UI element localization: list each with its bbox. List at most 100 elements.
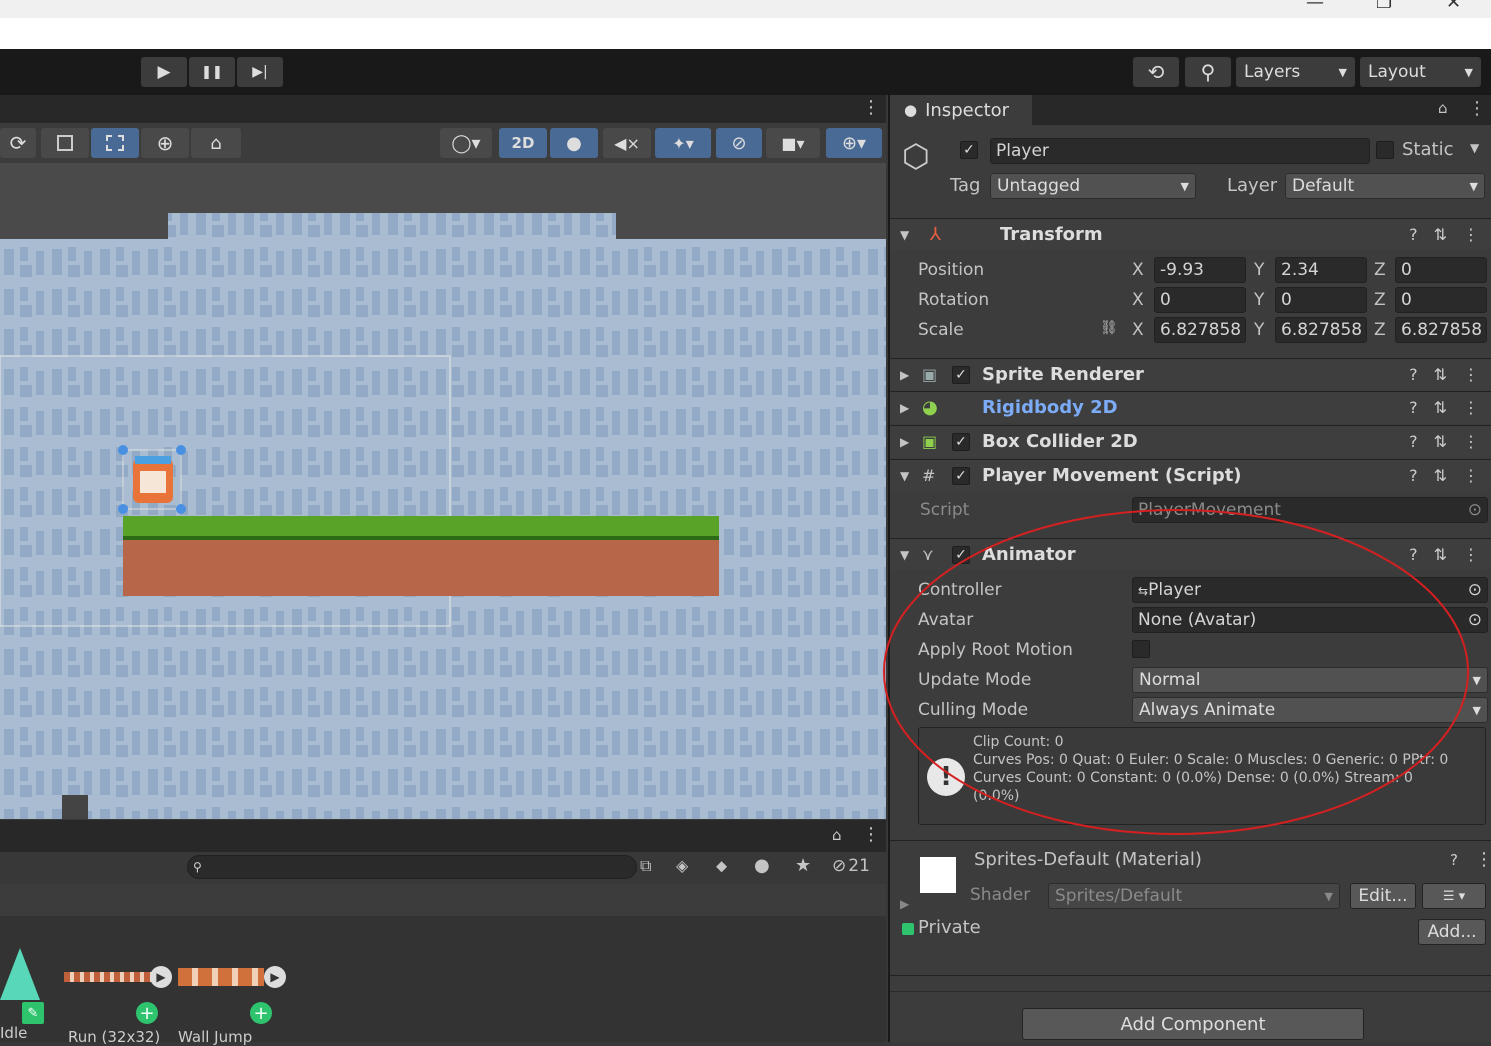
shader-dropdown[interactable]: Sprites/Default ▼ (1048, 883, 1340, 909)
update-mode-dropdown[interactable]: Normal ▼ (1132, 667, 1488, 693)
shader-options-dropdown[interactable]: ☰ ▾ (1422, 883, 1486, 909)
add-material-button[interactable]: Add... (1418, 919, 1486, 945)
kebab-menu-icon[interactable]: ⋮ (1463, 545, 1479, 564)
undo-history-button[interactable]: ⟲ (1133, 57, 1179, 87)
controller-field[interactable]: ⇆Player ⊙ (1132, 577, 1488, 603)
presets-icon[interactable]: ⇅ (1434, 398, 1447, 417)
help-icon[interactable]: ? (1409, 398, 1418, 417)
scale-z-field[interactable]: 6.827858 (1395, 317, 1487, 343)
box-collider-header[interactable]: ▶ ▣ ✓ Box Collider 2D ? ⇅ ⋮ (890, 425, 1491, 457)
state-label-walljump[interactable]: Wall Jump (178, 1028, 252, 1046)
search-button[interactable]: ⚲ (1185, 57, 1231, 87)
help-icon[interactable]: ? (1409, 365, 1418, 384)
tag-dropdown[interactable]: Untagged ▼ (990, 173, 1196, 199)
foldout-collapsed-icon[interactable]: ▶ (900, 897, 909, 911)
add-icon[interactable]: + (136, 1002, 158, 1024)
kebab-menu-icon[interactable]: ⋮ (862, 97, 880, 118)
kebab-menu-icon[interactable]: ⋮ (862, 824, 880, 845)
idle-state-icon[interactable] (0, 948, 40, 1000)
box-collider-enabled-checkbox[interactable]: ✓ (952, 432, 970, 451)
player-movement-header[interactable]: ▼ # ✓ Player Movement (Script) ? ⇅ ⋮ (890, 459, 1491, 491)
state-label-run[interactable]: Run (32x32) (68, 1028, 160, 1046)
layer-dropdown[interactable]: Default ▼ (1285, 173, 1485, 199)
apply-root-motion-checkbox[interactable] (1132, 640, 1150, 658)
step-button[interactable]: ▶| (237, 57, 283, 87)
scale-tool-button[interactable] (41, 128, 89, 158)
rotation-x-field[interactable]: 0 (1154, 287, 1246, 313)
chevron-down-icon[interactable]: ▼ (1470, 141, 1479, 155)
kebab-menu-icon[interactable]: ⋮ (1463, 225, 1479, 244)
static-checkbox[interactable] (1376, 141, 1394, 159)
play-button[interactable]: ▶ (141, 57, 187, 87)
play-preview-icon[interactable]: ▶ (150, 966, 172, 988)
2d-toggle[interactable]: 2D (499, 128, 547, 158)
scale-y-field[interactable]: 6.827858 (1275, 317, 1367, 343)
sprite-renderer-enabled-checkbox[interactable]: ✓ (952, 365, 970, 384)
kebab-menu-icon[interactable]: ⋮ (1463, 398, 1479, 417)
help-icon[interactable]: ? (1450, 851, 1458, 869)
warning-icon[interactable]: ● (754, 855, 770, 876)
rigidbody2d-header[interactable]: ▶ ◕ Rigidbody 2D ? ⇅ ⋮ (890, 391, 1491, 423)
animator-header[interactable]: ▼ ⋎ ✓ Animator ? ⇅ ⋮ (890, 538, 1491, 570)
maximize-button[interactable]: ❐ (1376, 0, 1392, 13)
transform-tool-button[interactable]: ⊕ (141, 128, 189, 158)
object-picker-icon[interactable]: ⊙ (1468, 610, 1482, 630)
camera-dropdown[interactable]: ■▾ (766, 128, 820, 158)
position-y-field[interactable]: 2.34 (1275, 257, 1367, 283)
object-name-field[interactable]: Player (990, 138, 1370, 164)
close-button[interactable]: ✕ (1446, 0, 1461, 13)
position-x-field[interactable]: -9.93 (1154, 257, 1246, 283)
rotation-y-field[interactable]: 0 (1275, 287, 1367, 313)
kebab-menu-icon[interactable]: ⋮ (1463, 432, 1479, 451)
presets-icon[interactable]: ⇅ (1434, 466, 1447, 485)
scene-view[interactable] (0, 163, 886, 819)
animator-enabled-checkbox[interactable]: ✓ (952, 545, 970, 564)
kebab-menu-icon[interactable]: ⋮ (1475, 849, 1491, 870)
hidden-packages-toggle[interactable]: ⊘ 21 (832, 856, 870, 876)
rotation-z-field[interactable]: 0 (1395, 287, 1487, 313)
player-movement-enabled-checkbox[interactable]: ✓ (952, 466, 970, 485)
sprite-renderer-header[interactable]: ▶ ▣ ✓ Sprite Renderer ? ⇅ ⋮ (890, 358, 1491, 390)
presets-icon[interactable]: ⇅ (1434, 365, 1447, 384)
effects-dropdown[interactable]: ✦▾ (655, 128, 711, 158)
scene-visibility-toggle[interactable]: ⊘ (716, 128, 762, 158)
object-picker-icon[interactable]: ⊙ (1468, 580, 1482, 600)
state-label-idle[interactable]: Idle (0, 1024, 38, 1042)
tab-inspector[interactable]: ● Inspector (890, 95, 1032, 125)
filter-type-icon[interactable]: ◈ (676, 856, 688, 875)
help-icon[interactable]: ? (1409, 225, 1418, 244)
add-component-button[interactable]: Add Component (1022, 1008, 1364, 1040)
kebab-menu-icon[interactable]: ⋮ (1463, 466, 1479, 485)
pause-button[interactable]: ❚❚ (189, 57, 235, 87)
presets-icon[interactable]: ⇅ (1434, 225, 1447, 244)
gizmos-dropdown[interactable]: ⊕▾ (826, 128, 882, 158)
minimize-button[interactable]: — (1306, 0, 1324, 13)
position-z-field[interactable]: 0 (1395, 257, 1487, 283)
layers-dropdown[interactable]: Layers ▼ (1236, 57, 1355, 87)
rotate-tool-button[interactable]: ⟳ (0, 128, 36, 158)
edit-icon[interactable]: ✎ (22, 1002, 44, 1024)
help-icon[interactable]: ? (1409, 432, 1418, 451)
draw-mode-dropdown[interactable]: ◯▾ (440, 128, 492, 158)
lighting-toggle[interactable]: ● (550, 128, 598, 158)
favorite-star-icon[interactable]: ★ (795, 855, 811, 876)
presets-icon[interactable]: ⇅ (1434, 432, 1447, 451)
kebab-menu-icon[interactable]: ⋮ (1468, 98, 1486, 119)
help-icon[interactable]: ? (1409, 545, 1418, 564)
help-icon[interactable]: ? (1409, 466, 1418, 485)
constrain-proportions-icon[interactable]: ⛓ (1100, 320, 1118, 336)
layout-dropdown[interactable]: Layout ▼ (1360, 57, 1481, 87)
lock-icon[interactable]: ⌂ (1438, 99, 1448, 117)
avatar-field[interactable]: None (Avatar) ⊙ (1132, 607, 1488, 633)
presets-icon[interactable]: ⇅ (1434, 545, 1447, 564)
rect-tool-button[interactable] (91, 128, 139, 158)
scale-x-field[interactable]: 6.827858 (1154, 317, 1246, 343)
active-checkbox[interactable]: ✓ (960, 141, 978, 159)
gameobject-cube-icon[interactable]: ⬡ (902, 137, 930, 175)
project-search-input[interactable]: ⚲ (187, 855, 637, 879)
search-mode-icon[interactable]: ⧉ (640, 856, 651, 876)
lock-icon[interactable]: ⌂ (832, 826, 842, 844)
play-preview-icon[interactable]: ▶ (264, 966, 286, 988)
culling-mode-dropdown[interactable]: Always Animate ▼ (1132, 697, 1488, 723)
kebab-menu-icon[interactable]: ⋮ (1463, 365, 1479, 384)
